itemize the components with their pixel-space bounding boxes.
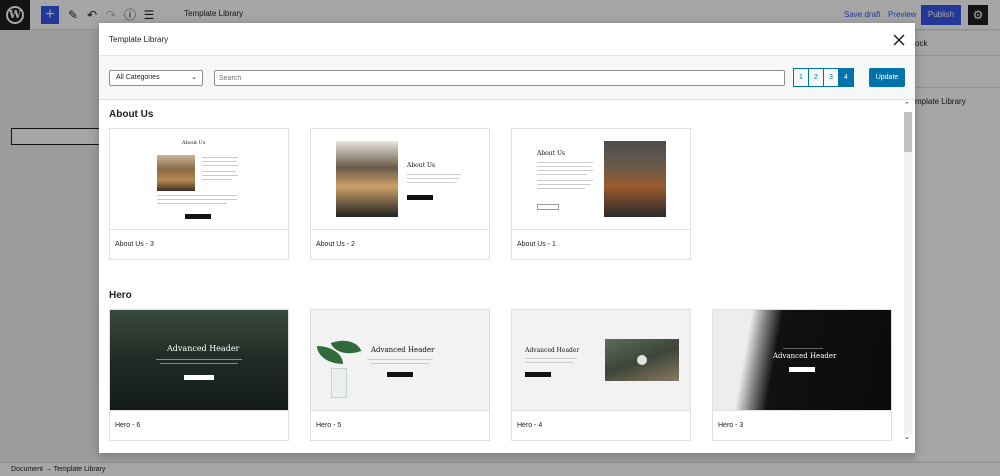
category-select-value: All Categories [116,74,160,81]
template-grid-scrollbar[interactable]: ⌃ ⌄ [902,100,913,447]
template-thumbnail: Advanced Header [512,310,690,411]
thumbnail-title: Advanced Header [773,352,837,360]
template-grid: About Us About Us About Us - 3 About Us … [99,100,915,453]
template-thumbnail: About Us [512,129,690,230]
category-select[interactable]: All Categories ⌄ [109,70,203,86]
template-thumbnail: Advanced Header [311,310,489,411]
template-card-hero-5[interactable]: Advanced Header Hero - 5 [310,309,490,441]
thumbnail-photo [604,141,666,217]
template-thumbnail: About Us [110,129,288,230]
page-button-1[interactable]: 1 [793,68,809,87]
thumbnail-title: Advanced Header [371,346,435,354]
modal-title: Template Library [109,35,169,44]
library-toolbar: All Categories ⌄ 1 2 3 4 Update [99,56,915,100]
template-card-about-us-3[interactable]: About Us About Us - 3 [109,128,289,260]
template-thumbnail: Advanced Header [110,310,288,411]
thumbnail-photo [336,141,398,217]
template-card-label: Hero - 3 [718,422,744,429]
thumbnail-photo [157,155,195,191]
template-card-label: Hero - 6 [115,422,141,429]
update-button[interactable]: Update [869,68,905,87]
template-card-label: About Us - 1 [517,241,556,248]
close-icon[interactable] [891,32,907,48]
thumbnail-title: About Us [182,140,206,146]
template-thumbnail: About Us [311,129,489,230]
thumbnail-title: Advanced Header [167,344,240,353]
section-title-about-us: About Us [109,109,154,120]
search-input[interactable] [214,70,785,86]
template-card-label: Hero - 5 [316,422,342,429]
thumbnail-title: About Us [537,150,566,157]
scroll-down-icon[interactable]: ⌄ [904,433,910,441]
template-card-about-us-1[interactable]: About Us About Us - 1 [511,128,691,260]
thumbnail-title: About Us [407,162,436,169]
template-card-about-us-2[interactable]: About Us About Us - 2 [310,128,490,260]
scroll-up-icon[interactable]: ⌃ [904,101,910,109]
template-card-hero-4[interactable]: Advanced Header Hero - 4 [511,309,691,441]
play-icon [637,355,647,365]
template-card-hero-3[interactable]: Advanced Header Hero - 3 [712,309,892,441]
template-card-label: About Us - 3 [115,241,154,248]
template-card-hero-6[interactable]: Advanced Header Hero - 6 [109,309,289,441]
scrollbar-thumb[interactable] [904,112,912,152]
thumbnail-title: Advanced Header [525,347,580,354]
chevron-down-icon: ⌄ [191,74,197,81]
scrollbar-track[interactable] [904,112,912,434]
section-title-hero: Hero [109,290,132,301]
page-button-4[interactable]: 4 [838,68,854,87]
page-button-3[interactable]: 3 [823,68,839,87]
page-button-2[interactable]: 2 [808,68,824,87]
template-card-label: Hero - 4 [517,422,543,429]
template-library-modal: Template Library All Categories ⌄ 1 2 3 … [99,23,915,453]
pagination: 1 2 3 4 [793,68,854,87]
template-thumbnail: Advanced Header [713,310,891,411]
template-card-label: About Us - 2 [316,241,355,248]
modal-header: Template Library [99,23,915,56]
